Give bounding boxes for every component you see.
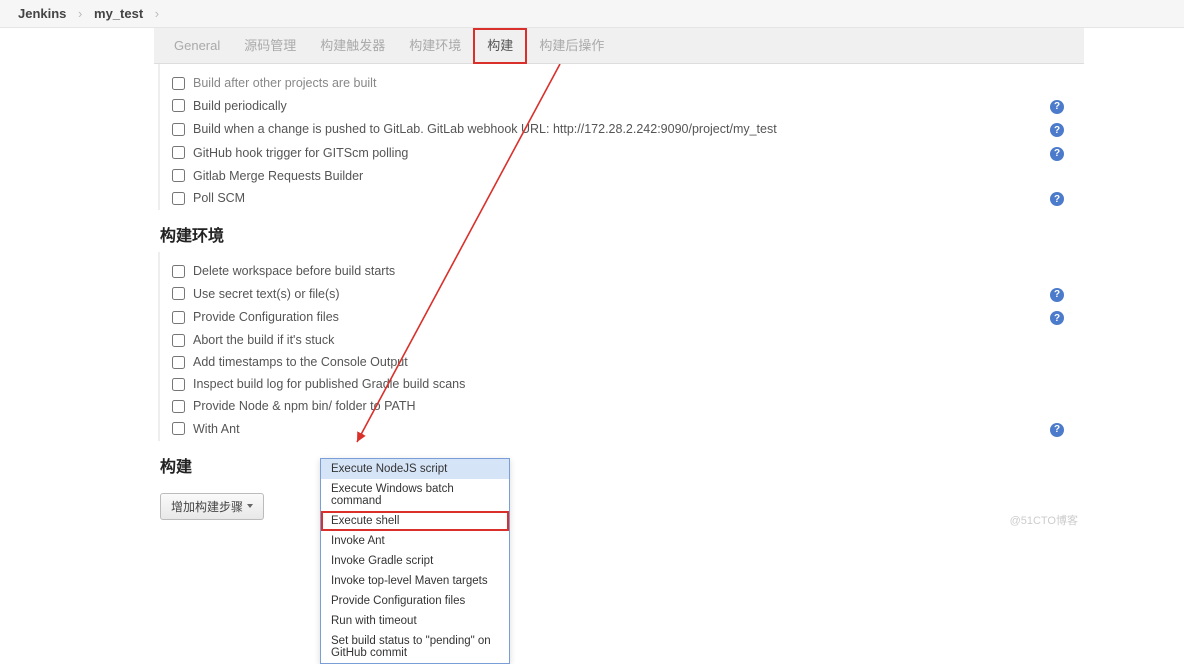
- trigger-checkbox[interactable]: [172, 99, 185, 112]
- env-row: Delete workspace before build starts: [166, 260, 1078, 282]
- tab-env[interactable]: 构建环境: [397, 28, 473, 64]
- tab-general[interactable]: General: [162, 28, 232, 64]
- trigger-label: Gitlab Merge Requests Builder: [193, 169, 1042, 183]
- dropdown-item[interactable]: Execute shell: [321, 511, 509, 531]
- trigger-row: Build when a change is pushed to GitLab.…: [166, 118, 1078, 142]
- trigger-checkbox[interactable]: [172, 146, 185, 159]
- chevron-right-icon: ›: [78, 6, 82, 21]
- help-icon[interactable]: ?: [1050, 123, 1064, 137]
- help-icon[interactable]: ?: [1050, 311, 1064, 325]
- env-label: Provide Node & npm bin/ folder to PATH: [193, 399, 1042, 413]
- build-section: 增加构建步骤: [154, 483, 1084, 530]
- tab-post[interactable]: 构建后操作: [527, 28, 616, 64]
- dropdown-item[interactable]: Invoke Ant: [321, 531, 509, 551]
- env-checkbox[interactable]: [172, 378, 185, 391]
- env-checkbox[interactable]: [172, 287, 185, 300]
- dropdown-item[interactable]: Run with timeout: [321, 611, 509, 631]
- env-checkbox[interactable]: [172, 356, 185, 369]
- tab-scm[interactable]: 源码管理: [232, 28, 308, 64]
- help-icon[interactable]: ?: [1050, 100, 1064, 114]
- env-label: Add timestamps to the Console Output: [193, 355, 1042, 369]
- trigger-checkbox[interactable]: [172, 192, 185, 205]
- build-step-dropdown[interactable]: Execute NodeJS scriptExecute Windows bat…: [320, 458, 510, 664]
- trigger-row: Build periodically?: [166, 94, 1078, 118]
- config-tabs: General 源码管理 构建触发器 构建环境 构建 构建后操作: [154, 28, 1084, 64]
- add-build-step-label: 增加构建步骤: [171, 498, 243, 515]
- trigger-checkbox[interactable]: [172, 169, 185, 182]
- trigger-row: Build after other projects are built: [166, 72, 1078, 94]
- env-label: Use secret text(s) or file(s): [193, 287, 1042, 301]
- trigger-label: Poll SCM: [193, 191, 1042, 205]
- env-section: Delete workspace before build starts Use …: [158, 252, 1084, 441]
- trigger-label: Build periodically: [193, 99, 1042, 113]
- dropdown-item[interactable]: Invoke Gradle script: [321, 551, 509, 571]
- dropdown-item[interactable]: Invoke top-level Maven targets: [321, 571, 509, 591]
- env-label: Inspect build log for published Gradle b…: [193, 377, 1042, 391]
- env-row: Abort the build if it's stuck: [166, 329, 1078, 351]
- help-icon[interactable]: ?: [1050, 192, 1064, 206]
- breadcrumb: Jenkins › my_test ›: [0, 0, 1184, 28]
- trigger-checkbox[interactable]: [172, 77, 185, 90]
- help-icon[interactable]: ?: [1050, 423, 1064, 437]
- env-label: Delete workspace before build starts: [193, 264, 1042, 278]
- env-row: With Ant?: [166, 417, 1078, 441]
- env-row: Inspect build log for published Gradle b…: [166, 373, 1078, 395]
- trigger-row: Gitlab Merge Requests Builder: [166, 165, 1078, 187]
- chevron-right-icon: ›: [155, 6, 159, 21]
- env-row: Provide Configuration files?: [166, 306, 1078, 330]
- tab-build[interactable]: 构建: [473, 28, 527, 64]
- env-label: Provide Configuration files: [193, 310, 1042, 324]
- env-label: With Ant: [193, 422, 1042, 436]
- dropdown-item[interactable]: Set build status to "pending" on GitHub …: [321, 631, 509, 663]
- trigger-checkbox[interactable]: [172, 123, 185, 136]
- trigger-label: GitHub hook trigger for GITScm polling: [193, 146, 1042, 160]
- build-heading: 构建: [154, 441, 1084, 483]
- add-build-step-button[interactable]: 增加构建步骤: [160, 493, 264, 520]
- breadcrumb-project[interactable]: my_test: [94, 6, 143, 21]
- help-icon[interactable]: ?: [1050, 147, 1064, 161]
- help-icon[interactable]: ?: [1050, 288, 1064, 302]
- env-checkbox[interactable]: [172, 334, 185, 347]
- env-heading: 构建环境: [154, 210, 1084, 252]
- env-checkbox[interactable]: [172, 265, 185, 278]
- env-checkbox[interactable]: [172, 422, 185, 435]
- dropdown-item[interactable]: Execute NodeJS script: [321, 459, 509, 479]
- caret-down-icon: [247, 504, 253, 508]
- trigger-row: GitHub hook trigger for GITScm polling?: [166, 141, 1078, 165]
- env-row: Provide Node & npm bin/ folder to PATH: [166, 395, 1078, 417]
- trigger-row: Poll SCM?: [166, 187, 1078, 211]
- triggers-section: Build after other projects are built Buil…: [158, 64, 1084, 210]
- dropdown-item[interactable]: Provide Configuration files: [321, 591, 509, 611]
- breadcrumb-root[interactable]: Jenkins: [18, 6, 66, 21]
- left-gutter: [0, 28, 154, 530]
- tab-triggers[interactable]: 构建触发器: [308, 28, 397, 64]
- env-row: Use secret text(s) or file(s)?: [166, 282, 1078, 306]
- dropdown-item[interactable]: Execute Windows batch command: [321, 479, 509, 511]
- env-label: Abort the build if it's stuck: [193, 333, 1042, 347]
- trigger-label: Build after other projects are built: [193, 76, 1042, 90]
- watermark: @51CTO博客: [1010, 512, 1078, 528]
- env-checkbox[interactable]: [172, 311, 185, 324]
- env-checkbox[interactable]: [172, 400, 185, 413]
- env-row: Add timestamps to the Console Output: [166, 351, 1078, 373]
- trigger-label: Build when a change is pushed to GitLab.…: [193, 122, 1042, 136]
